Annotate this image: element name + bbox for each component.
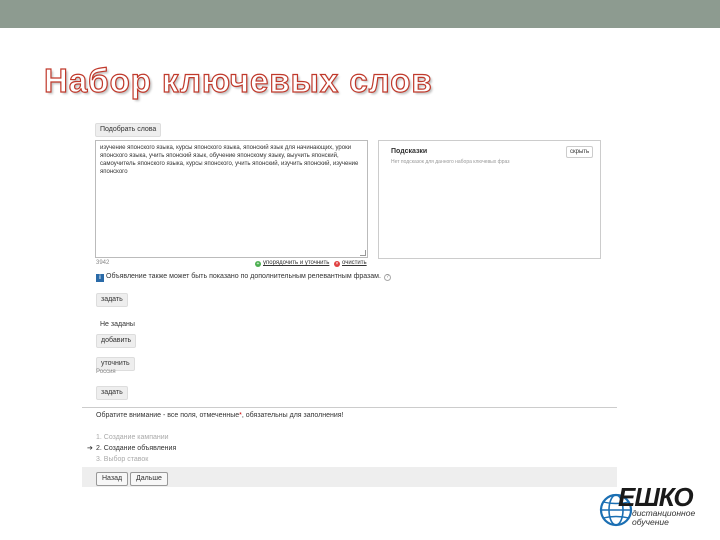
not-set-label: Не заданы xyxy=(100,321,135,328)
hints-empty-text: Нет подсказок для данного набора ключевы… xyxy=(391,159,510,165)
slide-title: Набор ключевых слов xyxy=(43,61,433,99)
info-text: Объявление также может быть показано по … xyxy=(106,273,381,280)
order-refine-label: упорядочить и уточнить xyxy=(263,260,330,266)
pick-words-button[interactable]: Подобрать слова xyxy=(95,123,162,137)
add-button[interactable]: добавить xyxy=(96,334,137,348)
required-note: Обратите внимание - все поля, отмеченные… xyxy=(96,412,344,419)
keywords-textarea[interactable]: изучение японского языка, курсы японског… xyxy=(95,140,368,258)
question-icon[interactable]: ? xyxy=(383,274,391,281)
set-button-1[interactable]: задать xyxy=(96,293,128,307)
char-counter: 3942 xyxy=(96,260,110,266)
hints-title: Подсказки xyxy=(391,148,428,155)
set-button-2[interactable]: задать xyxy=(96,386,128,400)
required-note-suffix: , обязательны для заполнения! xyxy=(241,412,344,419)
clear-label: очистить xyxy=(342,260,367,266)
info-row: i Объявление также может быть показано по… xyxy=(96,273,391,282)
arrow-right-icon: ➔ xyxy=(87,445,93,452)
plus-circle-icon: + xyxy=(255,261,261,267)
divider xyxy=(82,407,617,408)
hide-hints-button[interactable]: скрыть xyxy=(566,146,594,158)
info-icon: i xyxy=(96,274,104,282)
region-label: Россия xyxy=(96,369,116,375)
step-3[interactable]: 3. Выбор ставок xyxy=(96,456,148,463)
eshko-logo: ЕШКО дистанционное обучение xyxy=(598,482,710,530)
x-circle-icon: × xyxy=(334,261,340,267)
logo-subtitle-line2: обучение xyxy=(632,517,669,527)
step-2[interactable]: 2. Создание объявления xyxy=(96,445,176,452)
slide-top-bar xyxy=(0,0,720,28)
resize-handle-icon[interactable] xyxy=(360,250,366,256)
logo-subtitle: дистанционное обучение xyxy=(632,509,695,527)
clear-link[interactable]: × очистить xyxy=(334,260,367,267)
keywords-text: изучение японского языка, курсы японског… xyxy=(100,145,359,175)
order-refine-link[interactable]: + упорядочить и уточнить xyxy=(255,260,329,267)
footer-bar: Назад Дальше xyxy=(82,467,617,487)
back-button[interactable]: Назад xyxy=(96,472,129,486)
required-note-prefix: Обратите внимание - все поля, отмеченные xyxy=(96,412,240,419)
keyword-form-screenshot: Подобрать слова изучение японского языка… xyxy=(82,120,617,490)
hints-panel: Подсказки скрыть Нет подсказок для данно… xyxy=(378,140,601,259)
next-button[interactable]: Дальше xyxy=(130,472,168,486)
step-1[interactable]: 1. Создание кампании xyxy=(96,434,169,441)
